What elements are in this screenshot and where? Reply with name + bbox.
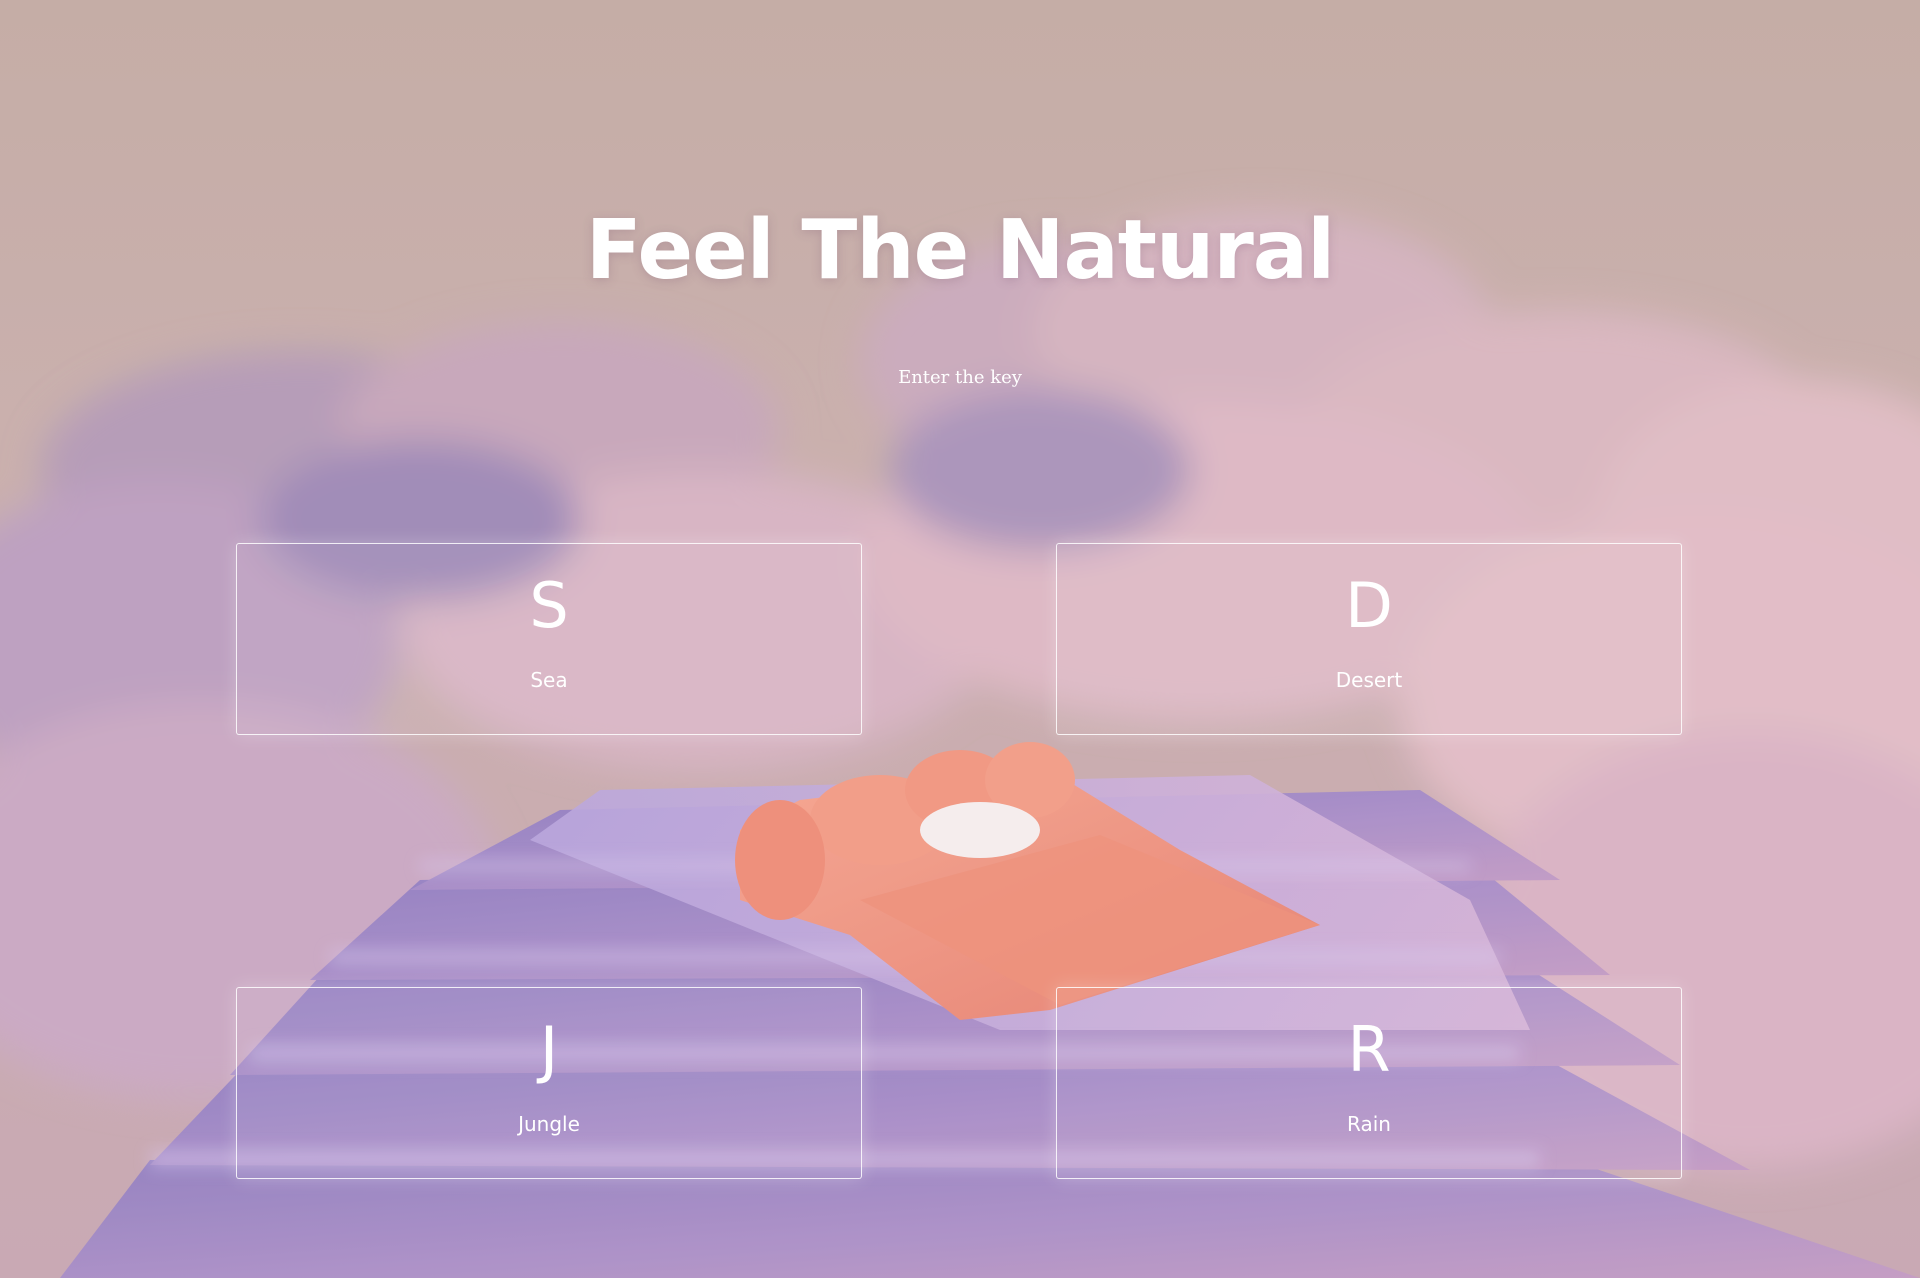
key-letter-s: S (529, 569, 569, 642)
key-card-jungle[interactable]: J Jungle (236, 987, 862, 1179)
key-label-sea: Sea (530, 668, 568, 692)
key-card-rain[interactable]: R Rain (1056, 987, 1682, 1179)
key-card-desert[interactable]: D Desert (1056, 543, 1682, 735)
app-screen: Feel The Natural Enter the key S Sea D D… (0, 0, 1920, 1278)
key-label-desert: Desert (1335, 668, 1403, 692)
key-label-rain: Rain (1347, 1112, 1391, 1136)
key-letter-d: D (1345, 569, 1393, 642)
key-letter-j: J (539, 1013, 559, 1086)
page-subtitle: Enter the key (898, 367, 1022, 388)
key-card-sea[interactable]: S Sea (236, 543, 862, 735)
key-label-jungle: Jungle (518, 1112, 580, 1136)
key-letter-r: R (1347, 1013, 1391, 1086)
page-title: Feel The Natural (585, 203, 1335, 298)
